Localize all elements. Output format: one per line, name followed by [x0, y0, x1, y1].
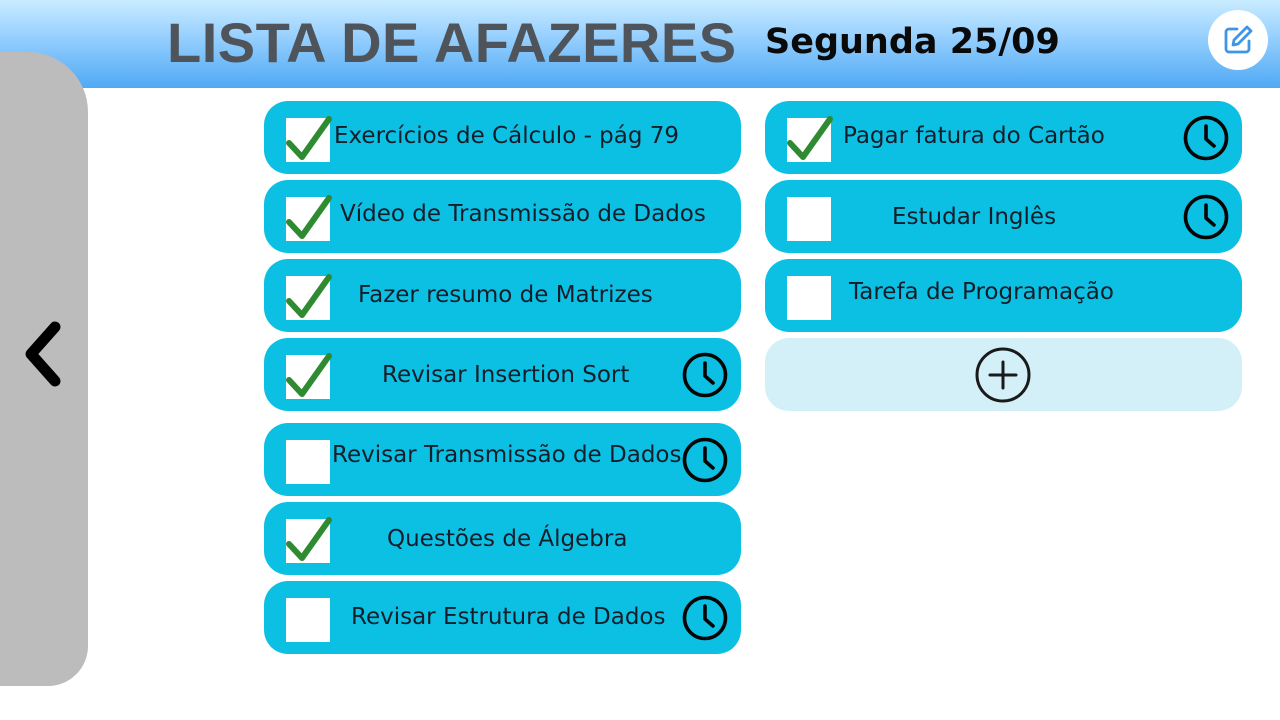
clock-icon[interactable]: [1182, 114, 1230, 162]
back-button[interactable]: [14, 318, 74, 390]
clock-icon[interactable]: [1182, 193, 1230, 241]
checkmark-icon: [286, 353, 332, 397]
plus-circle-icon: [975, 347, 1031, 403]
clock-icon[interactable]: [681, 436, 729, 484]
date-label: Segunda 25/09: [765, 22, 1060, 62]
app-header: LISTA DE AFAZERES Segunda 25/09: [0, 0, 1280, 88]
task-label: Exercícios de Cálculo - pág 79: [334, 123, 680, 149]
task-checkbox[interactable]: [787, 276, 831, 320]
task-checkbox[interactable]: [787, 197, 831, 241]
task-checkbox-checked[interactable]: [286, 274, 332, 320]
task-checkbox-checked[interactable]: [286, 116, 332, 162]
task-label: Revisar Transmissão de Dados: [332, 442, 682, 468]
task-item[interactable]: Pagar fatura do Cartão: [765, 101, 1242, 174]
task-checkbox-checked[interactable]: [286, 195, 332, 241]
clock-icon[interactable]: [681, 594, 729, 642]
task-label: Estudar Inglês: [892, 204, 1057, 230]
task-item[interactable]: Tarefa de Programação: [765, 259, 1242, 332]
task-item[interactable]: Revisar Insertion Sort: [264, 338, 741, 411]
task-checkbox[interactable]: [286, 440, 330, 484]
task-item[interactable]: Fazer resumo de Matrizes: [264, 259, 741, 332]
task-item[interactable]: Vídeo de Transmissão de Dados: [264, 180, 741, 253]
task-checkbox-checked[interactable]: [787, 116, 833, 162]
task-item[interactable]: Exercícios de Cálculo - pág 79: [264, 101, 741, 174]
checkmark-icon: [286, 116, 332, 160]
edit-icon: [1224, 25, 1253, 54]
task-label: Pagar fatura do Cartão: [843, 123, 1105, 149]
task-checkbox-checked[interactable]: [286, 517, 332, 563]
task-label: Questões de Álgebra: [387, 526, 628, 552]
clock-icon[interactable]: [681, 351, 729, 399]
task-label: Tarefa de Programação: [849, 279, 1114, 305]
page-title: LISTA DE AFAZERES: [167, 11, 737, 74]
task-checkbox-checked[interactable]: [286, 353, 332, 399]
checkmark-icon: [787, 116, 833, 160]
add-task-button[interactable]: [765, 338, 1242, 411]
task-label: Vídeo de Transmissão de Dados: [340, 201, 706, 227]
task-checkbox[interactable]: [286, 598, 330, 642]
edit-button[interactable]: [1208, 10, 1268, 70]
task-item[interactable]: Revisar Transmissão de Dados: [264, 423, 741, 496]
task-item[interactable]: Revisar Estrutura de Dados: [264, 581, 741, 654]
task-label: Revisar Estrutura de Dados: [351, 604, 666, 630]
task-item[interactable]: Questões de Álgebra: [264, 502, 741, 575]
task-label: Fazer resumo de Matrizes: [358, 282, 653, 308]
chevron-left-icon: [25, 321, 61, 387]
task-item[interactable]: Estudar Inglês: [765, 180, 1242, 253]
task-label: Revisar Insertion Sort: [382, 362, 630, 388]
checkmark-icon: [286, 274, 332, 318]
checkmark-icon: [286, 195, 332, 239]
checkmark-icon: [286, 517, 332, 561]
